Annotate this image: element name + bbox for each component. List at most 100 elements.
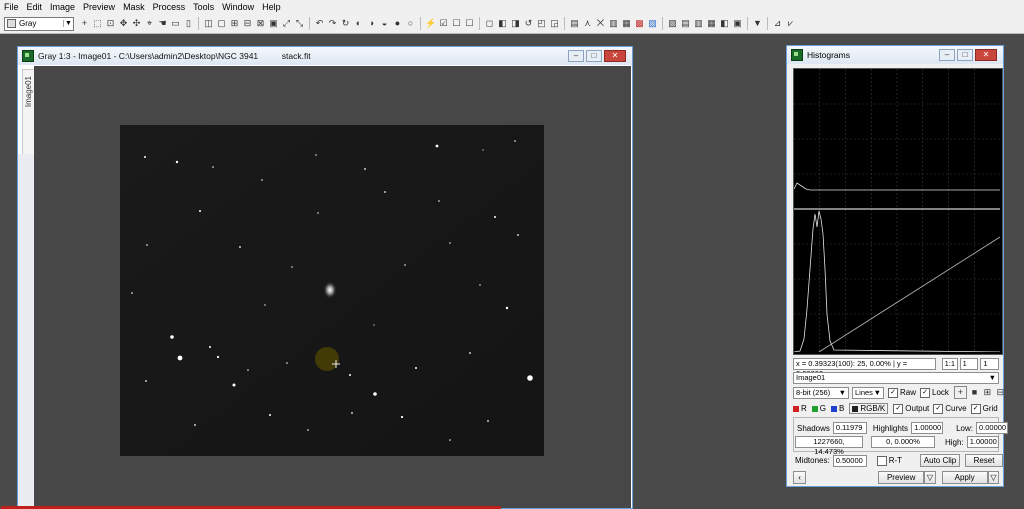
menu-process[interactable]: Process	[149, 2, 190, 12]
minimize-icon[interactable]: –	[568, 50, 584, 62]
menu-tools[interactable]: Tools	[189, 2, 218, 12]
layout-grid-icon[interactable]: ⊞	[982, 387, 993, 398]
menu-mask[interactable]: Mask	[119, 2, 149, 12]
menu-window[interactable]: Window	[218, 2, 258, 12]
color-icon[interactable]: ▩	[634, 18, 645, 29]
graph-style-select[interactable]: Lines ▼	[852, 386, 884, 399]
histograms-titlebar[interactable]: Histograms – □ ✕	[787, 46, 1003, 64]
split-icon[interactable]: ◧	[719, 18, 730, 29]
stf-24bit-icon[interactable]: ☐	[451, 18, 462, 29]
menu-edit[interactable]: Edit	[23, 2, 47, 12]
move-icon[interactable]: ✥	[118, 18, 129, 29]
mask-dot-icon[interactable]: ●	[392, 18, 403, 29]
frame-icon[interactable]: ▢	[216, 18, 227, 29]
menu-file[interactable]: File	[0, 2, 23, 12]
statistics-icon[interactable]: ▤	[569, 18, 580, 29]
pan-icon[interactable]: ✣	[131, 18, 142, 29]
undo-icon[interactable]: ↶	[314, 18, 325, 29]
crosshair-icon[interactable]: +	[79, 18, 90, 29]
preview-split-icon[interactable]: ◧	[497, 18, 508, 29]
crosshair-mode-icon[interactable]: +	[953, 386, 967, 399]
zoom-v-field[interactable]: 1	[980, 358, 999, 370]
astro-image[interactable]	[120, 125, 544, 456]
zoom-1to1-icon[interactable]: ▣	[268, 18, 279, 29]
stf-linked-icon[interactable]: ☑	[438, 18, 449, 29]
zoom-in-icon[interactable]: ⊞	[229, 18, 240, 29]
rt-checkbox[interactable]: R-T	[876, 455, 902, 466]
close-icon[interactable]: ✕	[975, 49, 997, 61]
histogram-plot[interactable]	[793, 68, 1003, 355]
low-field[interactable]: 0.00000	[975, 422, 1008, 434]
mask-show-icon[interactable]: ◐	[353, 18, 364, 29]
ruler-icon[interactable]: ▥	[608, 18, 619, 29]
view-mode-select[interactable]: Gray ▼	[4, 16, 74, 31]
reset-button[interactable]: Reset	[965, 454, 1004, 467]
histograms-window[interactable]: Histograms – □ ✕ x = 0.39323(100): 25, 0…	[786, 45, 1008, 487]
highlights-field[interactable]: 1.00000	[911, 422, 944, 434]
channel-rgbk[interactable]: RGB/K	[849, 403, 889, 414]
stf-reset-icon[interactable]: ☐	[464, 18, 475, 29]
zoom-select-icon[interactable]: ⊡	[105, 18, 116, 29]
chevron-down-icon[interactable]: ▼	[63, 20, 73, 27]
menu-image[interactable]: Image	[46, 2, 79, 12]
mask-invert-icon[interactable]: ◑	[366, 18, 377, 29]
resolution-select[interactable]: 8-bit (256) ▼	[793, 386, 849, 399]
channel-icon[interactable]: ▦	[621, 18, 632, 29]
channel-g[interactable]: G	[811, 404, 826, 413]
histogram-icon[interactable]: ⨉	[595, 18, 606, 29]
chevron-left-icon[interactable]: ‹	[793, 471, 807, 484]
redo-icon[interactable]: ↷	[327, 18, 338, 29]
channel-b[interactable]: B	[831, 404, 844, 413]
channel-r[interactable]: R	[793, 404, 807, 413]
layout-quad-icon[interactable]: ⊟	[995, 387, 1006, 398]
process-icon[interactable]: ▧	[667, 18, 678, 29]
shrink-icon[interactable]: ⤡	[294, 18, 305, 29]
bars-icon[interactable]: ▦	[706, 18, 717, 29]
filter-icon[interactable]: ▼	[752, 18, 763, 29]
zoom-fit-icon[interactable]: ⊠	[255, 18, 266, 29]
output-checkbox[interactable]: ✓ Output	[893, 403, 929, 414]
midtones-field[interactable]: 0.50000	[832, 454, 867, 467]
new-doc-icon[interactable]: ▭	[170, 18, 181, 29]
history-icon[interactable]: ↻	[340, 18, 351, 29]
lock-checkbox[interactable]: ✓ Lock	[920, 387, 949, 398]
preview-merge-icon[interactable]: ◨	[510, 18, 521, 29]
fit-view-icon[interactable]: ◫	[203, 18, 214, 29]
explorer-icon[interactable]: ▣	[732, 18, 743, 29]
hand-icon[interactable]: ☚	[157, 18, 168, 29]
menu-help[interactable]: Help	[258, 2, 285, 12]
high-field[interactable]: 1.00000	[966, 436, 999, 448]
grid-checkbox[interactable]: ✓ Grid	[970, 403, 998, 414]
menu-preview[interactable]: Preview	[79, 2, 119, 12]
shadows-field[interactable]: 0.11979	[832, 422, 867, 434]
raw-checkbox[interactable]: ✓ Raw	[888, 387, 916, 398]
script-icon[interactable]: ▤	[680, 18, 691, 29]
chart-icon[interactable]: ▥	[693, 18, 704, 29]
zoom-out-icon[interactable]: ⊟	[242, 18, 253, 29]
preview-menu-icon[interactable]: ▽	[924, 471, 936, 484]
expand-icon[interactable]: ⤢	[281, 18, 292, 29]
copy-doc-icon[interactable]: ▯	[183, 18, 194, 29]
zoom-h-field[interactable]: 1	[959, 358, 979, 370]
maximize-icon[interactable]: □	[957, 49, 973, 61]
mask-clear-icon[interactable]: ○	[405, 18, 416, 29]
preview-delete-icon[interactable]: ◲	[549, 18, 560, 29]
zoom-ratio[interactable]: 1:1	[941, 358, 958, 370]
curve-checkbox[interactable]: ✓ Curve	[933, 403, 967, 414]
apply-button[interactable]: Apply	[941, 471, 988, 484]
preview-new-icon[interactable]: ◻	[484, 18, 495, 29]
plot-icon[interactable]: ⩗	[785, 18, 796, 29]
preview-move-icon[interactable]: ◰	[536, 18, 547, 29]
auto-clip-button[interactable]: Auto Clip	[920, 454, 961, 467]
apply-menu-icon[interactable]: ▽	[987, 471, 999, 484]
graph-icon[interactable]: ⊿	[772, 18, 783, 29]
preview-refresh-icon[interactable]: ↺	[523, 18, 534, 29]
readout-icon[interactable]: ⌖	[144, 18, 155, 29]
preview-button[interactable]: Preview	[878, 471, 925, 484]
select-icon[interactable]: ⬚	[92, 18, 103, 29]
curves-icon[interactable]: ⋏	[582, 18, 593, 29]
palette-icon[interactable]: ▨	[647, 18, 658, 29]
view-select[interactable]: Image01 ▼	[793, 372, 999, 384]
maximize-icon[interactable]: □	[586, 50, 602, 62]
image-window-titlebar[interactable]: Gray 1:3 - Image01 - C:\Users\admin2\Des…	[18, 47, 632, 65]
